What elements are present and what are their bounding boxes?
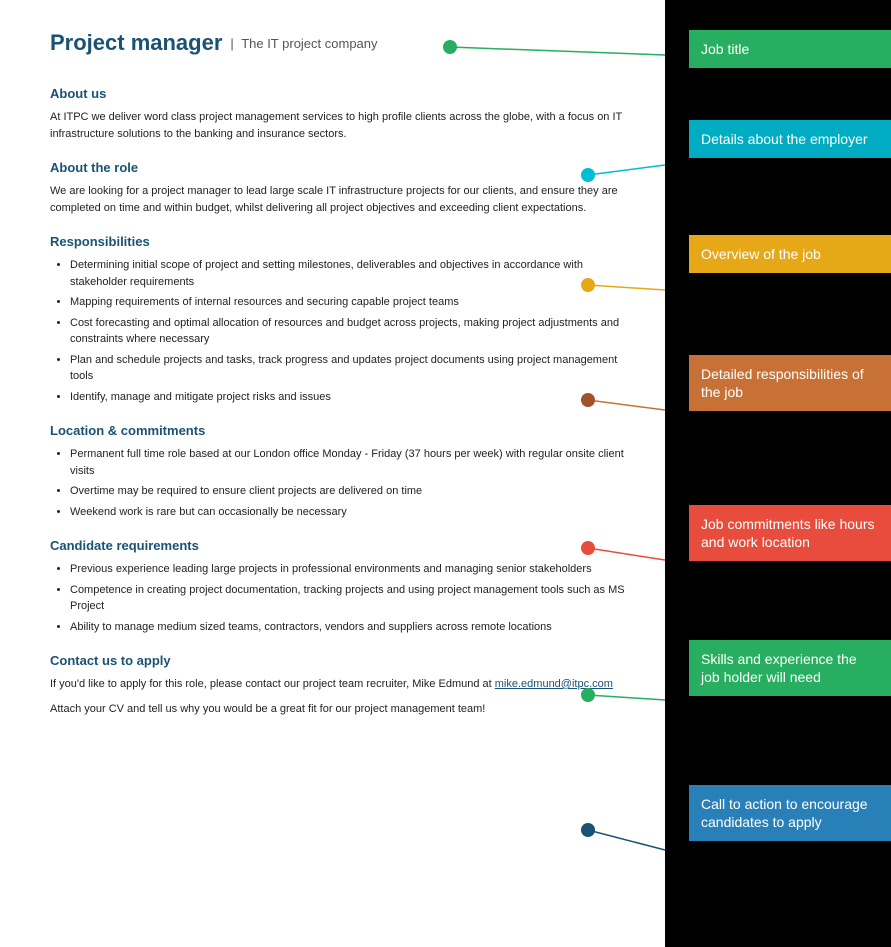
- annotation-commitments-label: Job commitments like hours and work loca…: [701, 516, 875, 550]
- annotation-responsibilities-label: Detailed responsibilities of the job: [701, 366, 864, 400]
- list-item: Competence in creating project documenta…: [70, 582, 630, 615]
- list-item: Plan and schedule projects and tasks, tr…: [70, 352, 630, 385]
- company-name: | The IT project company: [230, 36, 377, 51]
- responsibilities-section: Responsibilities Determining initial sco…: [50, 234, 630, 405]
- candidate-heading: Candidate requirements: [50, 538, 630, 553]
- contact-heading: Contact us to apply: [50, 653, 630, 668]
- list-item: Mapping requirements of internal resourc…: [70, 294, 630, 311]
- about-us-section: About us At ITPC we deliver word class p…: [50, 86, 630, 142]
- job-title: Project manager: [50, 30, 222, 56]
- list-item: Identify, manage and mitigate project ri…: [70, 389, 630, 406]
- main-container: Project manager | The IT project company…: [0, 0, 891, 947]
- about-role-section: About the role We are looking for a proj…: [50, 160, 630, 216]
- annotation-commitments: Job commitments like hours and work loca…: [689, 505, 891, 561]
- annotation-employer-label: Details about the employer: [701, 131, 868, 147]
- contact-email-link[interactable]: mike.edmund@itpc.com: [495, 678, 613, 690]
- annotation-skills-label: Skills and experience the job holder wil…: [701, 651, 857, 685]
- list-item: Cost forecasting and optimal allocation …: [70, 315, 630, 348]
- list-item: Previous experience leading large projec…: [70, 561, 630, 578]
- annotation-overview-label: Overview of the job: [701, 246, 821, 262]
- about-role-heading: About the role: [50, 160, 630, 175]
- contact-body1: If you'd like to apply for this role, pl…: [50, 676, 630, 693]
- candidate-section: Candidate requirements Previous experien…: [50, 538, 630, 635]
- location-heading: Location & commitments: [50, 423, 630, 438]
- location-section: Location & commitments Permanent full ti…: [50, 423, 630, 520]
- responsibilities-list: Determining initial scope of project and…: [70, 257, 630, 405]
- annotation-panel: Job title Details about the employer Ove…: [665, 0, 891, 947]
- annotation-overview: Overview of the job: [689, 235, 891, 273]
- list-item: Determining initial scope of project and…: [70, 257, 630, 290]
- candidate-list: Previous experience leading large projec…: [70, 561, 630, 635]
- annotation-employer: Details about the employer: [689, 120, 891, 158]
- list-item: Permanent full time role based at our Lo…: [70, 446, 630, 479]
- about-us-heading: About us: [50, 86, 630, 101]
- about-us-body: At ITPC we deliver word class project ma…: [50, 109, 630, 142]
- annotation-job-title-label: Job title: [701, 41, 749, 57]
- contact-section: Contact us to apply If you'd like to app…: [50, 653, 630, 717]
- job-title-line: Project manager | The IT project company: [50, 30, 630, 56]
- document-panel: Project manager | The IT project company…: [0, 0, 665, 947]
- list-item: Overtime may be required to ensure clien…: [70, 483, 630, 500]
- responsibilities-heading: Responsibilities: [50, 234, 630, 249]
- separator: |: [230, 36, 233, 51]
- annotation-job-title: Job title: [689, 30, 891, 68]
- company-name-text: The IT project company: [241, 36, 377, 51]
- list-item: Weekend work is rare but can occasionall…: [70, 504, 630, 521]
- list-item: Ability to manage medium sized teams, co…: [70, 619, 630, 636]
- annotation-cta: Call to action to encourage candidates t…: [689, 785, 891, 841]
- annotation-cta-label: Call to action to encourage candidates t…: [701, 796, 868, 830]
- contact-body2: Attach your CV and tell us why you would…: [50, 701, 630, 718]
- annotation-responsibilities: Detailed responsibilities of the job: [689, 355, 891, 411]
- about-role-body: We are looking for a project manager to …: [50, 183, 630, 216]
- annotation-skills: Skills and experience the job holder wil…: [689, 640, 891, 696]
- location-list: Permanent full time role based at our Lo…: [70, 446, 630, 520]
